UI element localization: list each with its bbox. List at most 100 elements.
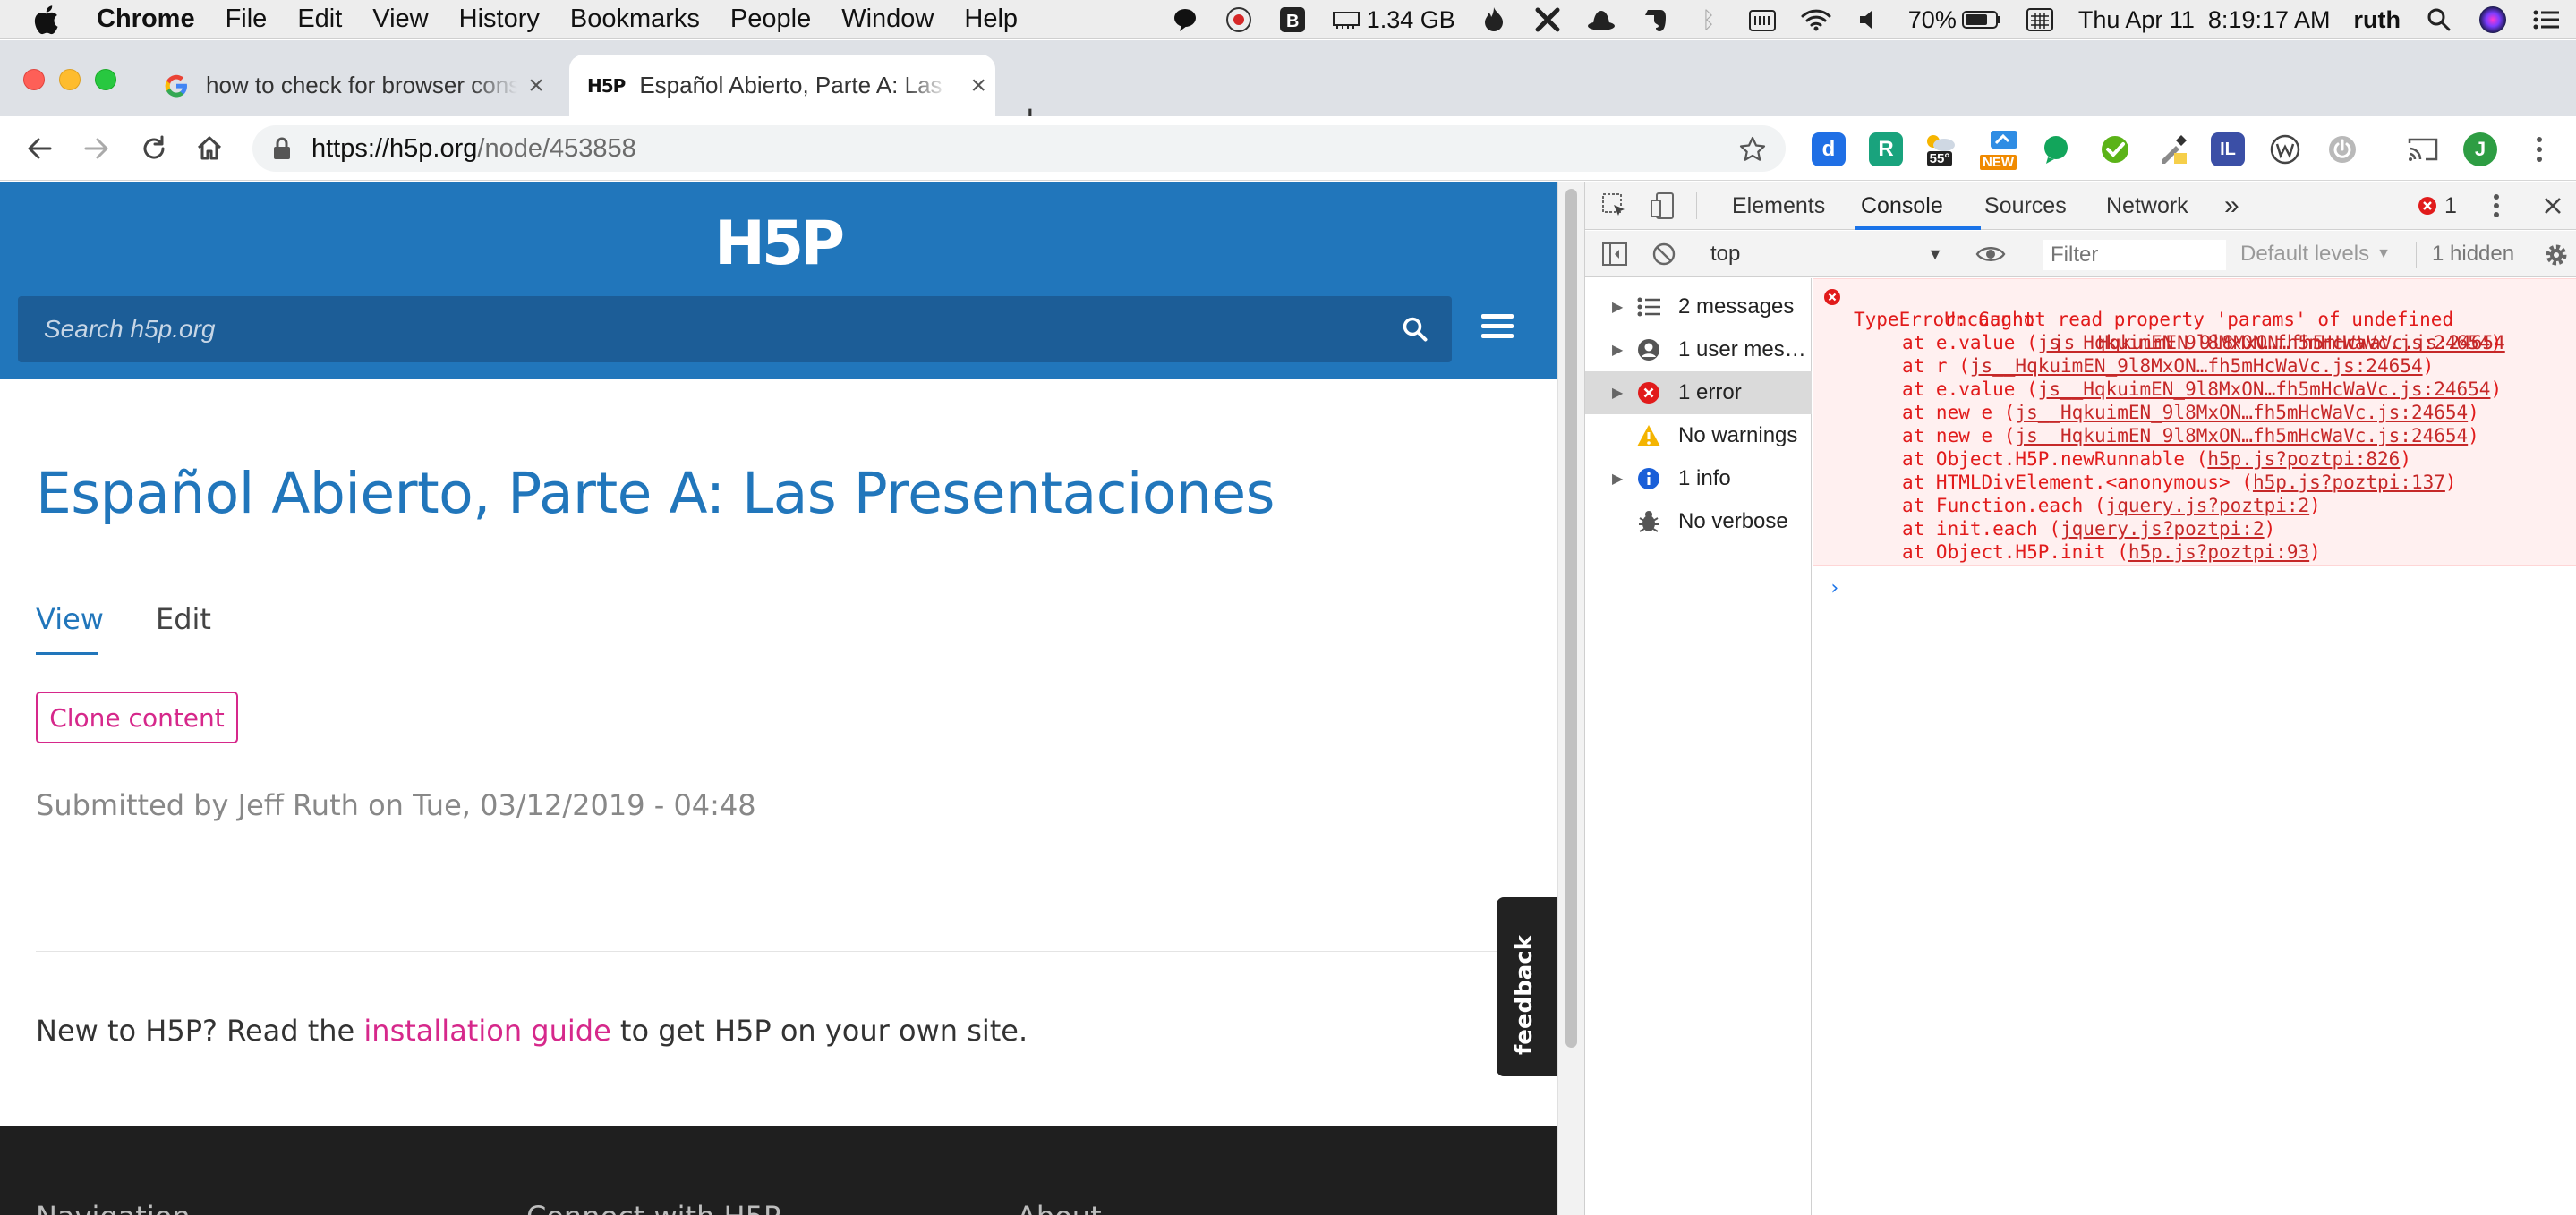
sidebar-messages[interactable]: ▶ 2 messages: [1585, 285, 1812, 328]
flame-icon[interactable]: [1479, 4, 1509, 35]
log-levels-dropdown[interactable]: Default levels ▼: [2240, 240, 2391, 268]
cast-icon[interactable]: [2406, 132, 2440, 166]
lock-icon[interactable]: [272, 137, 295, 160]
menu-file[interactable]: File: [226, 4, 268, 34]
devtools-menu-icon[interactable]: [2493, 182, 2500, 230]
window-minimize-button[interactable]: [59, 69, 81, 90]
h5p-logo[interactable]: H5P: [714, 208, 845, 279]
devtools-tab-console[interactable]: Console: [1861, 182, 1943, 230]
chrome-menu-icon[interactable]: [2522, 132, 2556, 166]
window-zoom-button[interactable]: [95, 69, 116, 90]
menu-bookmarks[interactable]: Bookmarks: [570, 4, 700, 34]
stack-frame-source-link[interactable]: js__HqkuimEN_9l8MxON…fh5mHcWaVc.js:24654: [2038, 378, 2491, 400]
device-toolbar-icon[interactable]: [1650, 182, 1676, 230]
devtools-tab-network[interactable]: Network: [2106, 182, 2188, 230]
tools-icon[interactable]: [1532, 4, 1563, 35]
volume-icon[interactable]: [1855, 4, 1885, 35]
window-close-button[interactable]: [23, 69, 45, 90]
keyboard-calendar-icon[interactable]: [2025, 4, 2055, 35]
close-tab-icon[interactable]: ×: [965, 71, 992, 100]
devtools-close-icon[interactable]: [2543, 182, 2563, 230]
tab-view[interactable]: View: [36, 602, 104, 636]
hat-icon[interactable]: [1586, 4, 1616, 35]
console-prompt[interactable]: ›: [1829, 577, 1840, 599]
hamburger-menu-icon[interactable]: [1481, 314, 1514, 341]
profile-avatar[interactable]: J: [2463, 132, 2497, 166]
home-icon[interactable]: [193, 132, 226, 165]
devtools-error-counter[interactable]: 1: [2418, 182, 2457, 230]
extension-it-icon[interactable]: IL: [2211, 132, 2245, 166]
reload-icon[interactable]: [138, 132, 170, 165]
stack-frame-source-link[interactable]: js__HqkuimEN_9l8MxON…fh5mHcWaVc.js:24654: [1970, 355, 2423, 377]
extension-r-icon[interactable]: R: [1869, 132, 1903, 166]
browser-tab-h5p[interactable]: H5P Español Abierto, Parte A: Las P ×: [569, 55, 995, 116]
extension-weather-icon[interactable]: 55°: [1923, 132, 1957, 166]
stack-frame-source-link[interactable]: js__HqkuimEN_9l8MxON…fh5mHcWaVc.js:24654: [2015, 402, 2468, 423]
extension-power-icon[interactable]: [2325, 132, 2359, 166]
sidebar-info[interactable]: ▶ 1 info: [1585, 457, 1812, 500]
bookmark-star-icon[interactable]: [1739, 136, 1766, 163]
devtools-tab-elements[interactable]: Elements: [1732, 182, 1825, 230]
sidebar-errors[interactable]: ▶ 1 error: [1585, 371, 1812, 414]
console-filter-input[interactable]: [2043, 240, 2226, 270]
b-app-icon[interactable]: B: [1277, 4, 1308, 35]
address-bar[interactable]: https://h5p.org/node/453858: [252, 125, 1786, 172]
stack-frame-source-link[interactable]: js__HqkuimEN_9l8MxON…fh5mHcWaVc.js:24654: [2038, 332, 2491, 353]
devtools-tab-sources[interactable]: Sources: [1984, 182, 2067, 230]
search-icon[interactable]: [1402, 316, 1429, 343]
sidebar-user-messages[interactable]: ▶ 1 user mes…: [1585, 328, 1812, 371]
sidebar-toggle-icon[interactable]: [1601, 242, 1628, 267]
console-settings-gear-icon[interactable]: [2543, 242, 2570, 268]
battery-status[interactable]: 70%: [1908, 4, 2001, 35]
menu-app-chrome[interactable]: Chrome: [97, 4, 195, 34]
devtools-more-tabs[interactable]: »: [2224, 182, 2239, 230]
feedback-tab[interactable]: feedback: [1497, 897, 1557, 1076]
menu-view[interactable]: View: [372, 4, 428, 34]
browser-tab-google[interactable]: how to check for browser consol ×: [150, 55, 562, 116]
sidebar-verbose[interactable]: No verbose: [1585, 500, 1812, 543]
close-tab-icon[interactable]: ×: [523, 71, 550, 100]
wifi-icon[interactable]: [1801, 4, 1831, 35]
stack-frame-source-link[interactable]: h5p.js?poztpi:137: [2253, 472, 2445, 493]
stack-frame-source-link[interactable]: h5p.js?poztpi:826: [2207, 448, 2400, 470]
live-expression-eye-icon[interactable]: [1975, 243, 2006, 265]
notification-center-icon[interactable]: [2531, 4, 2562, 35]
clear-console-icon[interactable]: [1651, 242, 1676, 267]
record-icon[interactable]: [1224, 4, 1254, 35]
menu-edit[interactable]: Edit: [297, 4, 342, 34]
extension-chat-bubble-icon[interactable]: [2039, 132, 2073, 166]
stack-frame-source-link[interactable]: js__HqkuimEN_9l8MxON…fh5mHcWaVc.js:24654: [2015, 425, 2468, 446]
apple-logo-icon[interactable]: [32, 4, 59, 35]
clock-datetime[interactable]: Thu Apr 11 8:19:17 AM: [2078, 6, 2331, 34]
console-error-message[interactable]: Uncaught js__HqkuimEN_9l8MxON…fh5mHcWaVc…: [1813, 278, 2576, 566]
clone-content-button[interactable]: Clone content: [36, 692, 238, 743]
menu-help[interactable]: Help: [964, 4, 1018, 34]
tab-edit[interactable]: Edit: [156, 602, 211, 636]
sidebar-warnings[interactable]: No warnings: [1585, 414, 1812, 457]
site-search-input[interactable]: [18, 315, 1361, 344]
execution-context-select[interactable]: top ▼: [1710, 240, 1943, 268]
page-scrollbar[interactable]: [1557, 182, 1584, 1215]
extension-w-icon[interactable]: [2268, 132, 2302, 166]
speech-bubble-icon[interactable]: [1170, 4, 1200, 35]
siri-icon[interactable]: [2478, 4, 2508, 35]
user-name[interactable]: ruth: [2354, 6, 2401, 34]
installation-guide-link[interactable]: installation guide: [363, 1014, 610, 1048]
back-arrow-icon[interactable]: [23, 132, 55, 165]
bluetooth-icon[interactable]: ᛒ: [1693, 4, 1724, 35]
menu-window[interactable]: Window: [841, 4, 934, 34]
stack-frame-source-link[interactable]: jquery.js?poztpi:2: [2060, 518, 2265, 540]
extension-check-icon[interactable]: [2098, 132, 2132, 166]
menu-history[interactable]: History: [459, 4, 540, 34]
evernote-icon[interactable]: [1640, 4, 1670, 35]
calendar-grid-icon[interactable]: [1747, 4, 1778, 35]
extension-new-icon[interactable]: NEW: [1978, 131, 2021, 170]
stack-frame-source-link[interactable]: jquery.js?poztpi:2: [2106, 495, 2310, 516]
stack-frame-source-link[interactable]: h5p.js?poztpi:93: [2128, 541, 2309, 563]
inspect-element-icon[interactable]: [1601, 182, 1628, 230]
extension-eyedropper-icon[interactable]: [2155, 132, 2189, 166]
forward-arrow-icon[interactable]: [81, 132, 113, 165]
spotlight-search-icon[interactable]: [2424, 4, 2454, 35]
extension-d-icon[interactable]: d: [1812, 132, 1846, 166]
memory-monitor[interactable]: 1.34 GB: [1331, 4, 1455, 35]
